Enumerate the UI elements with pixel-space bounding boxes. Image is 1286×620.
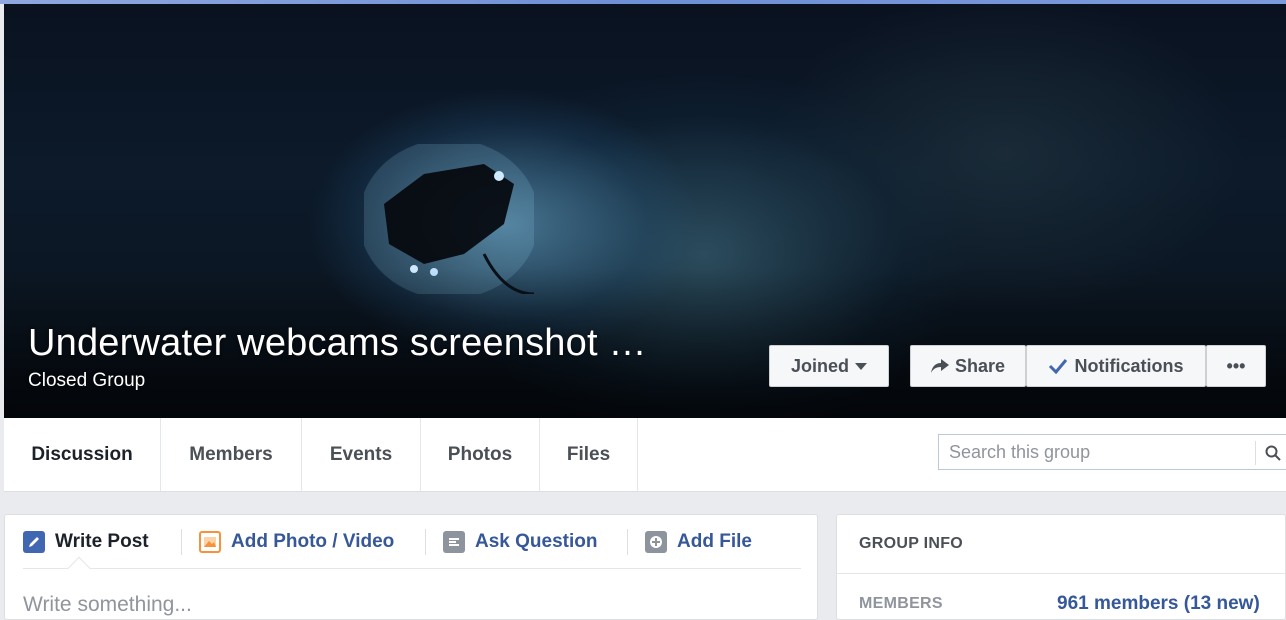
notifications-button-label: Notifications [1074,355,1184,376]
members-label: MEMBERS [859,595,943,612]
group-search-box [938,434,1286,470]
composer-divider [181,529,182,555]
composer-divider [425,529,426,555]
write-something-input[interactable] [23,593,723,617]
more-options-button[interactable]: ••• [1206,345,1266,387]
tab-discussion[interactable]: Discussion [4,418,161,491]
add-file-tab[interactable]: Add File [645,529,752,555]
search-icon[interactable] [1255,441,1286,465]
notifications-button[interactable]: Notifications [1026,345,1206,387]
ask-question-label: Ask Question [475,531,598,552]
group-info-card: GROUP INFO MEMBERS 961 members (13 new) [836,514,1286,620]
post-composer: Write Post Add Photo / Video Ask Questio… [4,514,818,620]
tab-files[interactable]: Files [540,418,638,491]
write-post-tab[interactable]: Write Post [23,529,149,555]
group-info-heading: GROUP INFO [859,535,964,552]
joined-button-label: Joined [790,355,849,376]
add-file-label: Add File [677,531,752,552]
group-title[interactable]: Underwater webcams screenshot … [28,322,647,365]
share-button-label: Share [954,355,1006,376]
group-privacy-label: Closed Group [28,370,146,391]
add-photo-video-tab[interactable]: Add Photo / Video [199,529,394,555]
share-button[interactable]: Share [910,345,1026,387]
members-count-link[interactable]: 961 members (13 new) [1057,593,1260,615]
tab-events[interactable]: Events [302,418,421,491]
joined-button[interactable]: Joined [769,345,889,387]
plus-icon [645,531,667,553]
write-post-label: Write Post [55,531,149,552]
chevron-down-icon [855,362,867,370]
pencil-icon [23,531,45,553]
list-icon [443,531,465,553]
composer-tabs: Write Post Add Photo / Video Ask Questio… [23,515,801,569]
search-input[interactable] [939,435,1249,469]
group-info-divider [837,573,1285,574]
group-tab-bar: Discussion Members Events Photos Files [4,418,1286,492]
tab-photos[interactable]: Photos [421,418,540,491]
tab-members[interactable]: Members [161,418,302,491]
ask-question-tab[interactable]: Ask Question [443,529,597,555]
add-photo-video-label: Add Photo / Video [231,531,395,552]
checkmark-icon [1049,359,1068,374]
photo-icon [199,531,221,553]
share-arrow-icon [930,359,949,373]
composer-divider [627,529,628,555]
more-dots-icon: ••• [1226,355,1246,376]
